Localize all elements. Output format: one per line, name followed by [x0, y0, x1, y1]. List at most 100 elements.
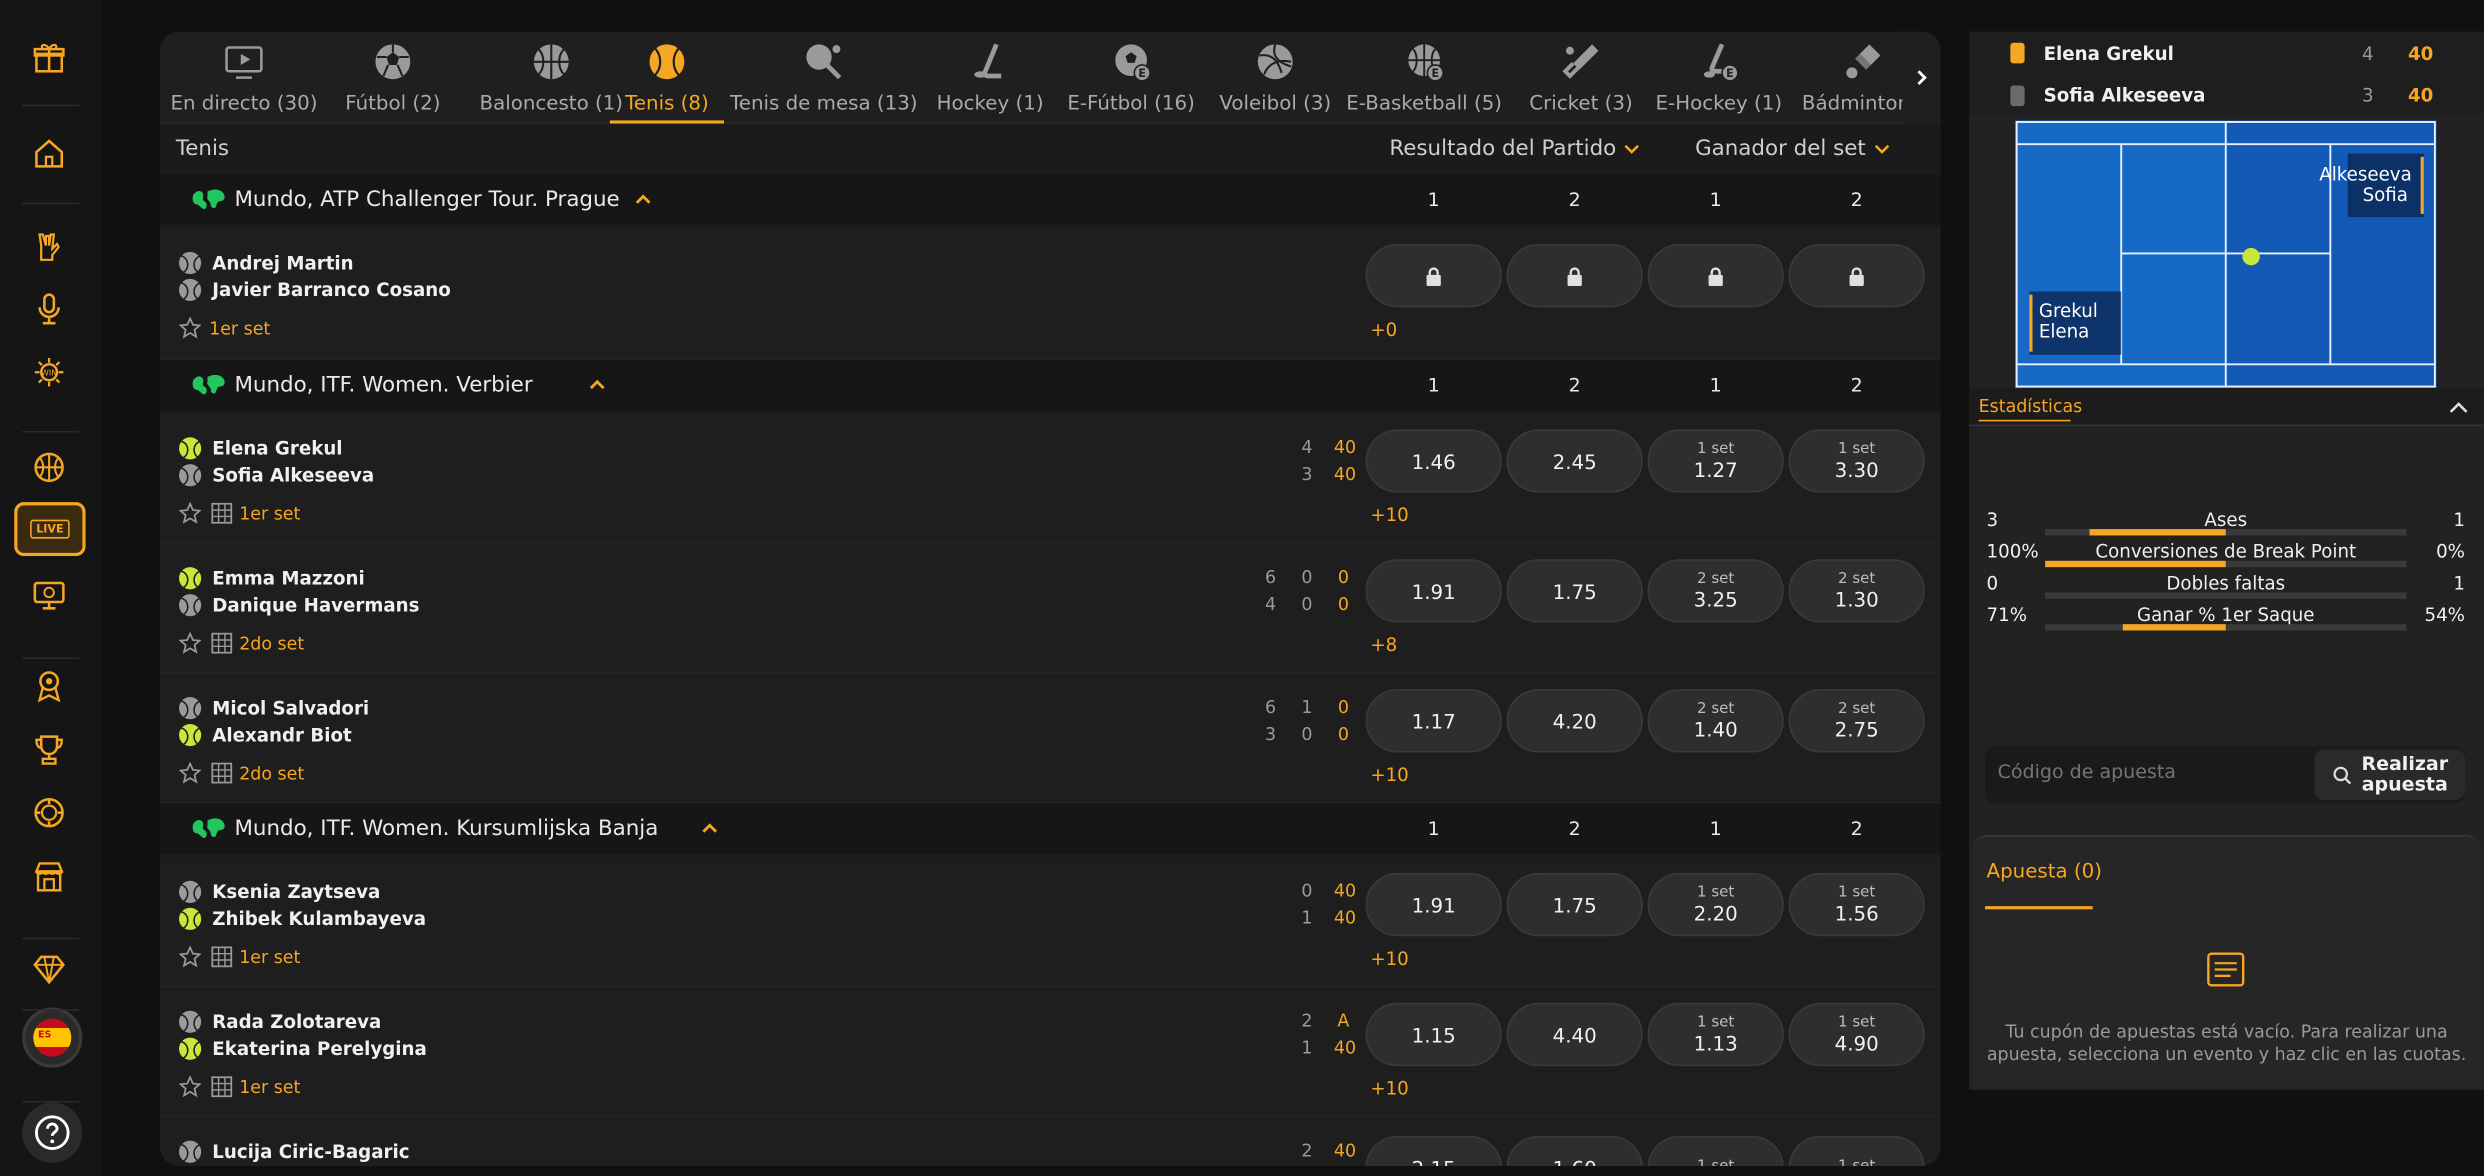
locked-odds-button[interactable] — [1647, 243, 1784, 308]
odds-button[interactable]: 2 set 3.25 — [1647, 559, 1784, 623]
market-select-set-winner[interactable]: Ganador del set — [1695, 136, 1891, 162]
tournament-header[interactable]: Mundo, ATP Challenger Tour. Prague 1 2 1 2 — [160, 174, 1941, 225]
bet-code-input[interactable] — [1997, 760, 2299, 783]
diamond-icon[interactable] — [25, 946, 73, 994]
home-icon[interactable] — [25, 128, 73, 176]
language-flag-icon[interactable]: ES — [22, 1007, 83, 1068]
sports-scroll-right[interactable] — [1902, 31, 1941, 124]
chevron-up-icon[interactable] — [2448, 399, 2470, 418]
favorite-star-icon[interactable] — [179, 945, 202, 968]
odds-button[interactable]: 2 set 1.30 — [1788, 559, 1925, 623]
sport-tab-e-hockey[interactable]: E E-Hockey (1) — [1649, 32, 1788, 124]
odds-button[interactable]: 1.91 — [1365, 559, 1502, 623]
stat-row: 3 Ases 1 — [1987, 509, 2465, 541]
sport-tab-e-basketball[interactable]: E E-Basketball (5) — [1345, 32, 1503, 124]
rock-hand-icon[interactable] — [25, 222, 73, 270]
more-markets-link[interactable]: +8 — [1370, 634, 1397, 656]
award-icon[interactable] — [25, 662, 73, 710]
market-select-result[interactable]: Resultado del Partido — [1389, 136, 1641, 162]
win-icon[interactable]: WIN — [25, 349, 73, 397]
match-row[interactable]: Lucija Ciric-Bagaric 2 40 2.15 1.60 1 set 1 se… — [160, 1116, 1941, 1166]
column-header: 2 — [1850, 373, 1863, 397]
tv-icon[interactable] — [25, 570, 73, 618]
match-row[interactable]: Emma Mazzoni Danique Havermans 2do set 6 0 0 4… — [160, 543, 1941, 674]
column-header: 1 — [1709, 188, 1722, 211]
odds-value: 1.91 — [1411, 579, 1456, 603]
odds-button[interactable]: 4.40 — [1506, 1002, 1643, 1067]
locked-odds-button[interactable] — [1365, 243, 1502, 308]
odds-button[interactable]: 1.17 — [1365, 689, 1502, 753]
odds-button[interactable]: 2.45 — [1506, 429, 1643, 493]
stats-grid-icon[interactable] — [211, 502, 233, 524]
stats-grid-icon[interactable] — [211, 1076, 233, 1098]
stats-grid-icon[interactable] — [211, 946, 233, 968]
favorite-star-icon[interactable] — [179, 502, 202, 524]
stats-grid-icon[interactable] — [211, 762, 233, 784]
sport-tab-label: En directo (30) — [170, 90, 318, 115]
odds-button[interactable]: 1 set 2.20 — [1647, 872, 1784, 937]
match-row[interactable]: Andrej Martin Javier Barranco Cosano 1er s… — [160, 228, 1941, 360]
trophy-icon[interactable] — [25, 726, 73, 774]
favorite-star-icon[interactable] — [179, 1075, 202, 1098]
odds-button[interactable]: 2 set 2.75 — [1788, 689, 1925, 753]
more-markets-link[interactable]: +10 — [1370, 1077, 1408, 1099]
more-markets-link[interactable]: +10 — [1370, 504, 1408, 526]
match-row[interactable]: Micol Salvadori Alexandr Biot 2do set 6 1 0 3 0… — [160, 673, 1941, 804]
gift-icon[interactable] — [25, 33, 73, 81]
odds-button[interactable]: 1.60 — [1506, 1135, 1643, 1166]
odds-button[interactable]: 1.75 — [1506, 559, 1643, 623]
stats-title: Estadísticas — [1978, 396, 2083, 417]
live-icon[interactable]: LIVE — [14, 502, 86, 557]
basketball-icon[interactable] — [25, 444, 73, 492]
odds-button[interactable]: 2 set 1.40 — [1647, 689, 1784, 753]
sport-tab-hockey[interactable]: Hockey (1) — [924, 32, 1057, 124]
sport-tab-e-football[interactable]: E E-Fútbol (16) — [1060, 32, 1203, 124]
tournament-header[interactable]: Mundo, ITF. Women. Kursumlijska Banja 1 2 1… — [160, 803, 1941, 854]
favorite-star-icon[interactable] — [179, 316, 202, 339]
match-row[interactable]: Elena Grekul Sofia Alkeseeva 1er set 4 40 3 40… — [160, 413, 1941, 544]
stat-name: Ases — [2204, 508, 2248, 531]
odds-button[interactable]: 1.91 — [1365, 872, 1502, 937]
sport-tab-football[interactable]: Fútbol (2) — [331, 32, 455, 124]
help-icon[interactable] — [22, 1102, 83, 1163]
stats-grid-icon[interactable] — [211, 632, 233, 654]
sport-tab-table-tennis[interactable]: Tenis de mesa (13) — [730, 32, 918, 124]
odds-button[interactable]: 2.15 — [1365, 1135, 1502, 1166]
microphone-icon[interactable] — [25, 285, 73, 333]
sport-tab-tv-play[interactable]: En directo (30) — [166, 32, 321, 124]
more-markets-link[interactable]: +10 — [1370, 764, 1408, 786]
tournament-header[interactable]: Mundo, ITF. Women. Verbier 1 2 1 2 — [160, 359, 1941, 411]
chip-icon[interactable] — [25, 789, 73, 837]
favorite-star-icon[interactable] — [179, 761, 202, 784]
odds-button[interactable]: 1 set 4.90 — [1788, 1002, 1925, 1067]
sport-tab-tennis[interactable]: Tenis (8) — [609, 32, 724, 124]
player-name: Danique Havermans — [212, 594, 420, 617]
odds-button[interactable]: 1 set — [1788, 1135, 1925, 1166]
stat-name: Dobles faltas — [2166, 571, 2286, 595]
odds-button[interactable]: 1 set 1.56 — [1788, 872, 1925, 937]
locked-odds-button[interactable] — [1506, 243, 1643, 308]
sport-tab-volleyball[interactable]: Voleibol (3) — [1212, 32, 1339, 124]
place-bet-label: Realizar — [2361, 752, 2449, 775]
icon-glyph — [34, 797, 64, 828]
odds-button[interactable]: 1.75 — [1506, 872, 1643, 937]
player-1: Emma Mazzoni — [171, 567, 365, 590]
favorite-star-icon[interactable] — [179, 632, 202, 654]
odds-button[interactable]: 1 set 1.13 — [1647, 1002, 1784, 1067]
betslip-tab[interactable]: Apuesta (0) — [1987, 859, 2102, 883]
more-markets-link[interactable]: +10 — [1370, 947, 1408, 969]
more-markets-link[interactable]: +0 — [1370, 318, 1397, 340]
locked-odds-button[interactable] — [1788, 243, 1925, 308]
odds-button[interactable]: 1 set 1.27 — [1647, 429, 1784, 493]
odds-button[interactable]: 1.46 — [1365, 429, 1502, 493]
match-row[interactable]: Ksenia Zaytseva Zhibek Kulambayeva 1er set… — [160, 857, 1941, 987]
sport-tab-cricket[interactable]: Cricket (3) — [1519, 32, 1643, 124]
odds-button[interactable]: 1.15 — [1365, 1002, 1502, 1067]
match-row[interactable]: Rada Zolotareva Ekaterina Perelygina 1er s… — [160, 986, 1941, 1117]
place-bet-button[interactable]: Realizar apuesta — [2314, 749, 2465, 801]
odds-button[interactable]: 4.20 — [1506, 689, 1643, 753]
store-icon[interactable] — [25, 852, 73, 900]
score-cell: 40 — [1333, 464, 1357, 485]
odds-button[interactable]: 1 set 3.30 — [1788, 429, 1925, 493]
odds-button[interactable]: 1 set — [1647, 1135, 1784, 1166]
